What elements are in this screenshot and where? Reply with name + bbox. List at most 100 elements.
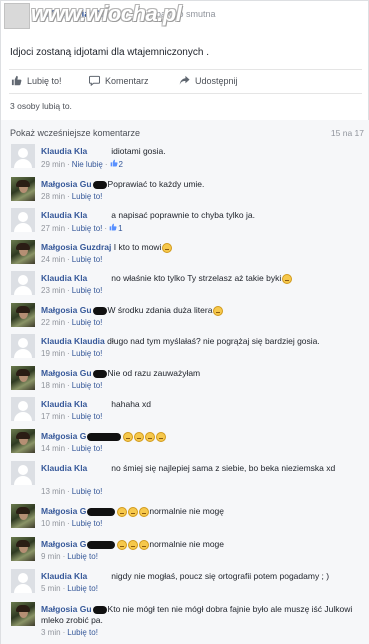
separator-dot: · bbox=[104, 159, 108, 169]
redaction-mark bbox=[88, 572, 111, 581]
comment-body: Klaudia Kla no właśnie kto tylko Ty strze… bbox=[41, 273, 363, 284]
commenter-avatar[interactable] bbox=[11, 569, 35, 593]
comment-author[interactable]: Małgosia Gu bbox=[41, 368, 92, 378]
comment-label: Komentarz bbox=[105, 75, 149, 86]
facebook-post: Małgosia Gu bardzo smutna www.wiocha.pl … bbox=[0, 0, 369, 644]
like-button[interactable]: Lubię to! bbox=[11, 75, 62, 86]
comment-body: Małgosia G bbox=[41, 431, 363, 442]
comment-author[interactable]: Małgosia Gu bbox=[41, 604, 92, 614]
comment-body: Małgosia Guzdraj I kto to mowi bbox=[41, 242, 363, 253]
comment-like-link[interactable]: Lubię to! bbox=[72, 349, 103, 358]
commenter-avatar[interactable] bbox=[11, 537, 35, 561]
commenter-avatar[interactable] bbox=[11, 397, 35, 421]
comment-author[interactable]: Małgosia Gu bbox=[41, 179, 92, 189]
comment-time[interactable]: 3 min bbox=[41, 628, 61, 637]
comment-button[interactable]: Komentarz bbox=[89, 75, 149, 86]
redaction-mark bbox=[92, 369, 107, 378]
comment-time[interactable]: 19 min bbox=[41, 349, 65, 358]
comment-author[interactable]: Małgosia Guzdraj bbox=[41, 242, 111, 252]
comment-time[interactable]: 28 min bbox=[41, 192, 65, 201]
smiley-emoji-icon bbox=[212, 305, 223, 316]
comment-author[interactable]: Małgosia G bbox=[41, 431, 86, 441]
comment-time[interactable]: 23 min bbox=[41, 286, 65, 295]
comment-author[interactable]: Małgosia G bbox=[41, 506, 86, 516]
comment-time[interactable]: 29 min bbox=[41, 160, 65, 169]
comment-item: Klaudia Kla a napisać poprawnie to chyba … bbox=[1, 206, 369, 237]
comment-body: Klaudia Kla hahaha xd bbox=[41, 399, 363, 410]
commenter-avatar[interactable] bbox=[11, 602, 35, 626]
comment-time[interactable]: 22 min bbox=[41, 318, 65, 327]
comment-like-link[interactable]: Lubię to! bbox=[67, 552, 98, 561]
comment-meta: 18 min · Lubię to! bbox=[41, 381, 102, 390]
comment-item: Małgosia G normalnie nie moge 9 min · Lubię … bbox=[1, 535, 369, 566]
smiley-emoji-icon bbox=[127, 539, 138, 550]
comment-like-link[interactable]: Lubię to! bbox=[72, 192, 103, 201]
comment-like-link[interactable]: Nie lubię bbox=[72, 160, 103, 169]
comment-author[interactable]: Małgosia Gu bbox=[41, 305, 92, 315]
comment-time[interactable]: 5 min bbox=[41, 584, 61, 593]
commenter-avatar[interactable] bbox=[11, 271, 35, 295]
likes-summary[interactable]: 3 osoby lubią to. bbox=[10, 101, 72, 111]
comment-like-link[interactable]: Lubię to! bbox=[72, 255, 103, 264]
redaction-mark bbox=[88, 147, 111, 156]
comment-author[interactable]: Klaudia Kla bbox=[41, 146, 87, 156]
redaction-mark bbox=[92, 605, 107, 614]
divider bbox=[9, 93, 362, 94]
commenter-avatar[interactable] bbox=[11, 177, 35, 201]
comment-text: W środku zdania duża litera bbox=[107, 305, 213, 315]
comment-author[interactable]: Klaudia Kla bbox=[41, 210, 87, 220]
comment-time[interactable]: 13 min bbox=[41, 487, 65, 496]
commenter-avatar[interactable] bbox=[11, 334, 35, 358]
comment-like-link[interactable]: Lubię to! bbox=[72, 412, 103, 421]
commenter-avatar[interactable] bbox=[11, 144, 35, 168]
commenter-avatar[interactable] bbox=[11, 461, 35, 485]
comment-like-link[interactable]: Lubię to! bbox=[72, 381, 103, 390]
author-avatar[interactable] bbox=[4, 3, 30, 29]
comment-body: Klaudia Kla no śmiej się najlepiej sama z… bbox=[41, 463, 363, 474]
comment-author[interactable]: Klaudia Klaudia bbox=[41, 336, 105, 346]
comment-like-count[interactable]: 2 bbox=[110, 159, 123, 169]
separator-dot: · bbox=[67, 255, 70, 264]
comment-meta: 17 min · Lubię to! bbox=[41, 412, 102, 421]
comment-author[interactable]: Klaudia Kla bbox=[41, 463, 87, 473]
comment-author[interactable]: Klaudia Kla bbox=[41, 273, 87, 283]
commenter-avatar[interactable] bbox=[11, 429, 35, 453]
comment-like-link[interactable]: Lubię to! bbox=[67, 584, 98, 593]
comment-author[interactable]: Małgosia G bbox=[41, 539, 86, 549]
redaction-mark bbox=[87, 540, 116, 549]
comment-body: Małgosia Gu W środku zdania duża litera bbox=[41, 305, 363, 316]
smiley-emoji-icon bbox=[281, 273, 292, 284]
separator-dot: · bbox=[67, 192, 70, 201]
share-button[interactable]: Udostępnij bbox=[179, 75, 238, 86]
comment-meta: 3 min · Lubię to! bbox=[41, 628, 98, 637]
commenter-avatar[interactable] bbox=[11, 208, 35, 232]
commenter-avatar[interactable] bbox=[11, 366, 35, 390]
comment-like-link[interactable]: Lubię to! bbox=[72, 487, 103, 496]
comments-section: Pokaż wcześniejsze komentarze 15 na 17 K… bbox=[1, 120, 369, 644]
comment-time[interactable]: 24 min bbox=[41, 255, 65, 264]
comment-text: Poprawiać to każdy umie. bbox=[107, 179, 205, 189]
redaction-mark bbox=[92, 306, 107, 315]
comment-time[interactable]: 17 min bbox=[41, 412, 65, 421]
show-previous-comments-link[interactable]: Pokaż wcześniejsze komentarze bbox=[10, 128, 140, 138]
comment-author[interactable]: Klaudia Kla bbox=[41, 571, 87, 581]
comment-like-link[interactable]: Lubię to! bbox=[72, 286, 103, 295]
comment-time[interactable]: 18 min bbox=[41, 381, 65, 390]
comment-like-link[interactable]: Lubię to! bbox=[72, 224, 103, 233]
comment-like-link[interactable]: Lubię to! bbox=[72, 519, 103, 528]
comment-like-link[interactable]: Lubię to! bbox=[72, 444, 103, 453]
separator-dot: · bbox=[67, 444, 70, 453]
comment-body: Klaudia Klaudia długo nad tym myślałaś? … bbox=[41, 336, 363, 347]
comment-time[interactable]: 10 min bbox=[41, 519, 65, 528]
comment-like-link[interactable]: Lubię to! bbox=[72, 318, 103, 327]
comment-like-link[interactable]: Lubię to! bbox=[67, 628, 98, 637]
divider bbox=[9, 69, 362, 70]
comment-like-count[interactable]: 1 bbox=[109, 223, 123, 233]
comment-time[interactable]: 9 min bbox=[41, 552, 61, 561]
comment-author[interactable]: Klaudia Kla bbox=[41, 399, 87, 409]
commenter-avatar[interactable] bbox=[11, 240, 35, 264]
comment-time[interactable]: 27 min bbox=[41, 224, 65, 233]
commenter-avatar[interactable] bbox=[11, 303, 35, 327]
commenter-avatar[interactable] bbox=[11, 504, 35, 528]
comment-time[interactable]: 14 min bbox=[41, 444, 65, 453]
